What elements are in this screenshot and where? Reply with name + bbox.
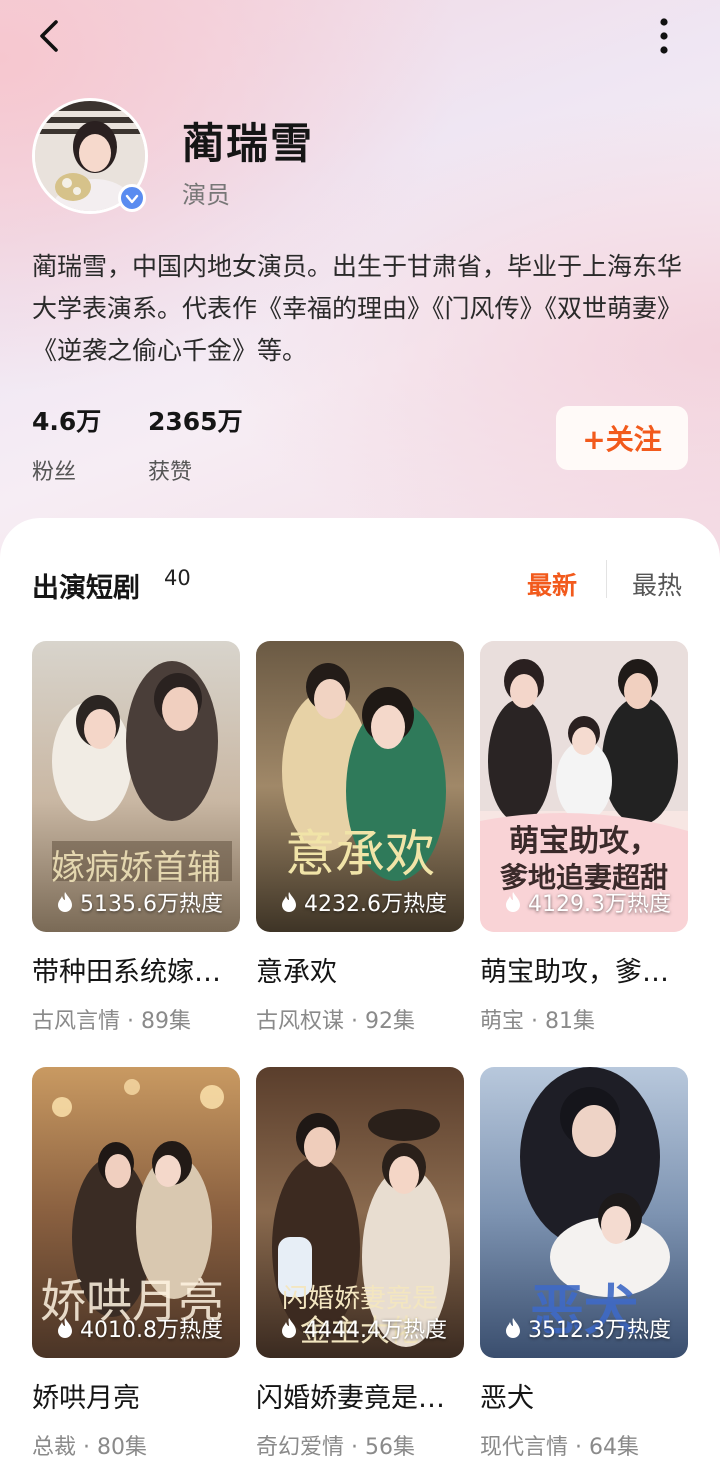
drama-poster: 闪婚娇妻竟是 金主大佬 4444.4万热度 xyxy=(256,1067,464,1358)
drama-title: 娇哄月亮 xyxy=(32,1383,140,1414)
drama-card[interactable]: 闪婚娇妻竟是 金主大佬 4444.4万热度 闪婚娇妻竟是… 奇幻爱情 · 56集 xyxy=(256,1067,464,1461)
drama-title: 恶犬 xyxy=(480,1383,534,1414)
likes-stat: 2365万 获赞 xyxy=(148,402,243,486)
drama-card[interactable]: 意承欢 4232.6万热度 意承欢 古风权谋 · 92集 xyxy=(256,641,464,1035)
followers-label: 粉丝 xyxy=(32,460,77,485)
heat-indicator: 4444.4万热度 xyxy=(280,1312,447,1344)
heat-indicator: 5135.6万热度 xyxy=(56,886,223,918)
profile-name: 蔺瑞雪 xyxy=(182,119,315,168)
more-options-button[interactable] xyxy=(644,14,684,58)
flame-icon xyxy=(58,1318,72,1338)
svg-text:闪婚娇妻竟是: 闪婚娇妻竟是 xyxy=(282,1284,438,1314)
sort-tab-hot[interactable]: 最热 xyxy=(632,566,682,602)
drama-poster: 意承欢 4232.6万热度 xyxy=(256,641,464,932)
avatar[interactable] xyxy=(32,98,148,214)
svg-text:意承欢: 意承欢 xyxy=(285,825,435,883)
drama-meta: 总裁 · 80集 xyxy=(32,1435,147,1460)
sort-tab-newest[interactable]: 最新 xyxy=(527,566,577,602)
drama-title: 萌宝助攻，爹… xyxy=(480,957,669,988)
drama-title: 闪婚娇妻竟是… xyxy=(256,1383,445,1414)
profile-role: 演员 xyxy=(182,181,230,209)
drama-title: 带种田系统嫁… xyxy=(32,957,221,988)
drama-meta: 现代言情 · 64集 xyxy=(480,1435,639,1460)
drama-meta: 古风言情 · 89集 xyxy=(32,1009,191,1034)
likes-count: 2365万 xyxy=(148,407,243,436)
back-button[interactable] xyxy=(30,14,74,58)
flame-icon xyxy=(506,1318,520,1338)
heat-indicator: 4129.3万热度 xyxy=(504,886,671,918)
flame-icon xyxy=(282,1318,296,1338)
followers-count: 4.6万 xyxy=(32,407,102,436)
flame-icon xyxy=(506,892,520,912)
drama-poster: 娇哄月亮 4010.8万热度 xyxy=(32,1067,240,1358)
drama-meta: 古风权谋 · 92集 xyxy=(256,1009,415,1034)
profile-bio: 蔺瑞雪，中国内地女演员。出生于甘肃省，毕业于上海东华大学表演系。代表作《幸福的理… xyxy=(32,252,683,365)
heat-value: 4444.4万热度 xyxy=(304,1318,447,1343)
heat-indicator: 3512.3万热度 xyxy=(504,1312,671,1344)
drama-poster: 萌宝助攻， 爹地追妻超甜 4129.3万热度 xyxy=(480,641,688,932)
drama-card[interactable]: 恶犬 3512.3万热度 恶犬 现代言情 · 64集 xyxy=(480,1067,688,1461)
top-bar xyxy=(0,0,720,72)
heat-indicator: 4010.8万热度 xyxy=(56,1312,223,1344)
follow-button[interactable]: +关注 xyxy=(556,406,688,470)
drama-meta: 萌宝 · 81集 xyxy=(480,1009,595,1034)
drama-poster: 恶犬 3512.3万热度 xyxy=(480,1067,688,1358)
heat-value: 4129.3万热度 xyxy=(528,892,671,917)
section-count: 40 xyxy=(164,566,191,590)
followers-stat[interactable]: 4.6万 粉丝 xyxy=(32,402,101,486)
drama-poster: 嫁病娇首辅 5135.6万热度 xyxy=(32,641,240,932)
heat-value: 3512.3万热度 xyxy=(528,1318,671,1343)
verified-badge-icon xyxy=(118,184,146,212)
flame-icon xyxy=(282,892,296,912)
heat-indicator: 4232.6万热度 xyxy=(280,886,447,918)
sort-divider xyxy=(606,560,607,598)
likes-label: 获赞 xyxy=(148,460,193,485)
heat-value: 4010.8万热度 xyxy=(80,1318,223,1343)
heat-value: 5135.6万热度 xyxy=(80,892,223,917)
drama-meta: 奇幻爱情 · 56集 xyxy=(256,1435,415,1460)
more-vertical-icon xyxy=(660,18,668,54)
svg-text:嫁病娇首辅: 嫁病娇首辅 xyxy=(51,848,221,888)
drama-card[interactable]: 娇哄月亮 4010.8万热度 娇哄月亮 总裁 · 80集 xyxy=(32,1067,240,1461)
drama-card[interactable]: 嫁病娇首辅 5135.6万热度 带种田系统嫁… 古风言情 · 89集 xyxy=(32,641,240,1035)
svg-text:萌宝助攻，: 萌宝助攻， xyxy=(509,824,659,859)
heat-value: 4232.6万热度 xyxy=(304,892,447,917)
drama-card[interactable]: 萌宝助攻， 爹地追妻超甜 4129.3万热度 萌宝助攻，爹… 萌宝 · 81集 xyxy=(480,641,688,1035)
drama-title: 意承欢 xyxy=(256,957,337,988)
flame-icon xyxy=(58,892,72,912)
section-title: 出演短剧 xyxy=(32,573,140,604)
chevron-left-icon xyxy=(40,20,58,52)
